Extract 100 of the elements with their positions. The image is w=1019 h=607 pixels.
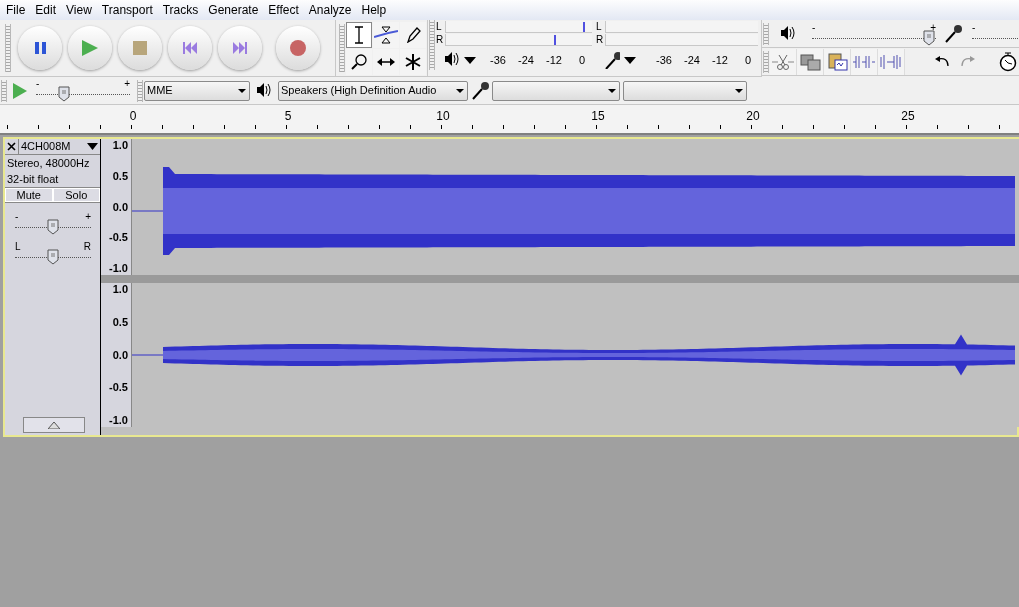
copy-icon <box>799 52 821 71</box>
slider-thumb[interactable] <box>47 219 59 235</box>
input-channels-dropdown[interactable] <box>623 80 747 101</box>
meter-channel-label: R <box>436 34 445 45</box>
skip-to-end-button[interactable] <box>218 26 262 70</box>
stop-icon <box>133 41 147 55</box>
toolbar-grip[interactable] <box>763 50 769 73</box>
pencil-icon <box>405 26 421 43</box>
slider[interactable]: - + <box>812 25 936 47</box>
amplitude-label: -0.5 <box>109 232 128 244</box>
menu-item[interactable]: Generate <box>203 0 264 20</box>
trim-outside-button[interactable] <box>878 48 905 75</box>
menu-item[interactable]: Effect <box>263 0 304 20</box>
zoom-tool[interactable] <box>346 48 372 75</box>
ruler-label: 0 <box>129 110 137 122</box>
track-info: 32-bit float <box>6 172 60 187</box>
scissors-icon <box>772 52 794 71</box>
ruler-label: 5 <box>284 110 292 122</box>
i-beam-icon <box>352 25 366 44</box>
menu-item[interactable]: Analyze <box>303 0 357 20</box>
slider[interactable]: - + <box>36 81 130 104</box>
triangle-up-icon <box>48 421 60 429</box>
slider[interactable]: - + <box>15 215 91 237</box>
silence-audio-button[interactable] <box>851 48 878 75</box>
magnifier-icon <box>351 53 367 70</box>
menu-item[interactable]: Help <box>356 0 392 20</box>
timeline-ruler[interactable]: 0 5 10 15 20 25 <box>0 105 1019 135</box>
audio-host-dropdown[interactable]: MME <box>144 80 250 101</box>
track-toggle-button[interactable]: Solo <box>52 188 100 202</box>
envelope-icon <box>374 25 398 44</box>
dropdown-value: Speakers (High Definition Audio <box>281 83 437 99</box>
double-arrow-icon <box>377 56 395 67</box>
toolbar-grip[interactable] <box>339 24 345 72</box>
record-button[interactable] <box>276 26 320 70</box>
amplitude-label: -1.0 <box>109 263 128 274</box>
play-icon <box>82 40 98 56</box>
pause-icon <box>34 42 46 54</box>
skip-to-start-button[interactable] <box>168 26 212 70</box>
toolbar-grip[interactable] <box>429 20 435 70</box>
time-shift-tool[interactable] <box>373 48 399 75</box>
multi-tool[interactable] <box>400 48 426 75</box>
track-name-menu[interactable]: 4CH008M <box>19 139 100 154</box>
toolbar-grip[interactable] <box>763 22 769 45</box>
microphone-icon <box>944 23 962 44</box>
output-device-dropdown[interactable]: Speakers (High Definition Audio <box>278 80 468 101</box>
envelope-tool[interactable] <box>373 21 399 48</box>
meter-scale-label: -36 <box>655 52 673 68</box>
skip-end-icon <box>233 42 247 54</box>
slider-max-label: R <box>83 242 91 252</box>
slider-thumb[interactable] <box>58 85 71 102</box>
menu-item[interactable]: Edit <box>30 0 62 20</box>
collapse-track-button[interactable] <box>23 417 85 433</box>
menu-item[interactable]: View <box>61 0 97 20</box>
ruler-label: 20 <box>746 110 760 122</box>
input-device-dropdown[interactable] <box>492 80 620 101</box>
microphone-icon <box>471 80 489 101</box>
toolbar-grip[interactable] <box>5 24 11 72</box>
meter-channel-label: L <box>596 21 603 32</box>
amplitude-label: -0.5 <box>109 382 128 394</box>
menu-item[interactable]: Transport <box>96 0 158 20</box>
pause-button[interactable] <box>18 26 62 70</box>
track-toggle-button[interactable]: Mute <box>5 188 53 202</box>
caret-icon <box>237 87 247 94</box>
slider-min-label: L <box>15 242 21 252</box>
menu-item[interactable]: Tracks <box>157 0 204 20</box>
meter-scale-label: 0 <box>577 52 587 68</box>
play-icon <box>13 82 27 99</box>
slider-max-label: + <box>124 78 130 89</box>
slider-max-label: + <box>85 212 91 222</box>
meter-scale-label: -24 <box>683 52 701 68</box>
draw-tool[interactable] <box>400 21 426 48</box>
toolbar-grip[interactable] <box>1 79 7 102</box>
paste-button[interactable] <box>824 48 851 75</box>
slider-max-label: + <box>930 22 936 33</box>
play-button[interactable] <box>68 26 112 70</box>
slider-min-label: - <box>36 78 40 89</box>
slider-track[interactable] <box>972 35 1019 39</box>
stop-button[interactable] <box>118 26 162 70</box>
slider-thumb[interactable] <box>922 29 935 46</box>
close-track-button[interactable] <box>5 139 19 154</box>
trim-button[interactable] <box>770 48 797 75</box>
toolbar-grip[interactable] <box>137 79 143 102</box>
amplitude-label: 1.0 <box>112 284 128 295</box>
copy-button[interactable] <box>797 48 824 75</box>
meter-scale-label: -12 <box>711 52 729 68</box>
slider-thumb[interactable] <box>47 249 59 265</box>
amplitude-label: 0.0 <box>112 349 128 361</box>
clipboard-icon <box>826 52 848 71</box>
caret-icon <box>463 55 477 65</box>
amplitude-label: 1.0 <box>112 140 128 151</box>
slider-min-label: - <box>15 212 19 222</box>
redo-icon <box>960 55 976 68</box>
selection-tool[interactable] <box>346 21 372 48</box>
caret-icon <box>623 55 637 65</box>
dropdown-value: MME <box>147 83 173 99</box>
record-icon <box>290 40 306 56</box>
caret-icon <box>455 87 465 94</box>
ruler-label: 25 <box>901 110 915 122</box>
caret-icon <box>607 87 617 94</box>
menu-item[interactable]: File <box>1 0 31 20</box>
